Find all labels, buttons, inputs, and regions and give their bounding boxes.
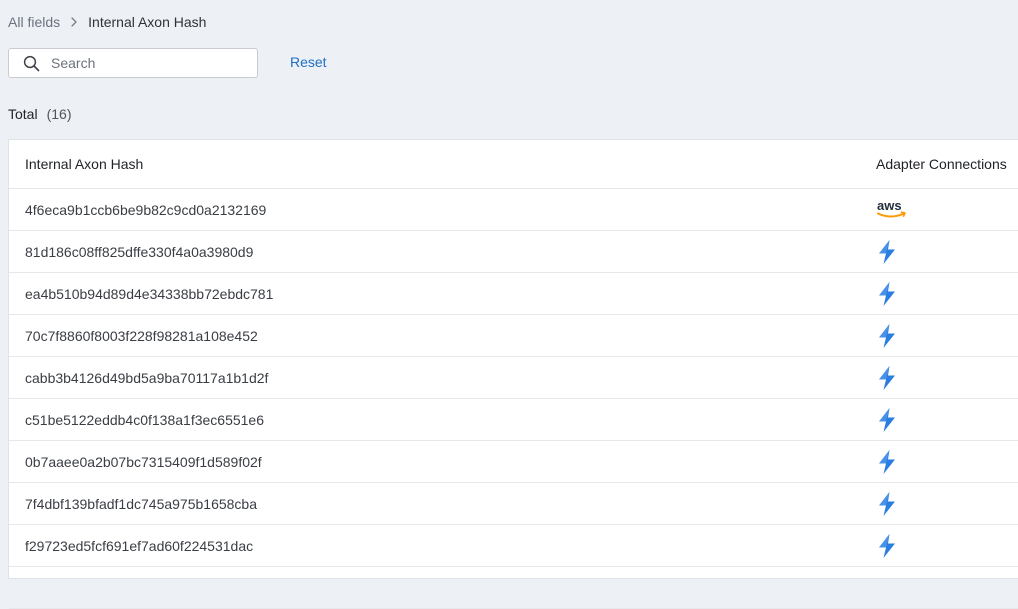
lightning-bolt-icon [876,533,910,559]
internal-axon-hash-cell: 81d186c08ff825dffe330f4a0a3980d9 [25,244,254,260]
column-header-internal-axon-hash[interactable]: Internal Axon Hash [25,156,143,172]
total-summary: Total (16) [8,106,71,122]
breadcrumb-current: Internal Axon Hash [88,14,207,30]
lightning-bolt-icon [876,281,910,307]
lightning-bolt-icon [876,239,910,265]
lightning-bolt-icon [876,323,910,349]
table-row[interactable]: f29723ed5fcf691ef7ad60f224531dac [9,525,1018,567]
table-body: 4f6eca9b1ccb6be9b82c9cd0a2132169 aws 81d18… [9,189,1018,609]
results-table: Internal Axon Hash Adapter Connections 4… [8,139,1018,609]
total-count: (16) [46,106,72,122]
table-row[interactable]: 70c7f8860f8003f228f98281a108e452 [9,315,1018,357]
table-row[interactable]: cabb3b4126d49bd5a9ba70117a1b1d2f [9,357,1018,399]
internal-axon-hash-cell: f29723ed5fcf691ef7ad60f224531dac [25,538,254,554]
search-input[interactable] [51,53,247,73]
lightning-bolt-icon [876,365,910,391]
table-row[interactable]: 81d186c08ff825dffe330f4a0a3980d9 [9,231,1018,273]
reset-button[interactable]: Reset [290,54,327,70]
lightning-bolt-icon [876,491,910,517]
adapter-cell [876,575,910,601]
lightning-bolt-icon [876,449,910,475]
table-row[interactable]: c51be5122eddb4c0f138a1f3ec6551e6 [9,399,1018,441]
lightning-bolt-icon [876,407,910,433]
table-header: Internal Axon Hash Adapter Connections [9,140,1018,189]
table-row[interactable]: ea4b510b94d89d4e34338bb72ebdc781 [9,273,1018,315]
internal-axon-hash-cell: 4f6eca9b1ccb6be9b82c9cd0a2132169 [25,202,267,218]
table-row[interactable]: 4f6eca9b1ccb6be9b82c9cd0a2132169 aws [9,189,1018,231]
internal-axon-hash-cell: 70c7f8860f8003f228f98281a108e452 [25,328,258,344]
column-header-adapter-connections[interactable]: Adapter Connections [876,156,1007,172]
table-row[interactable]: 7f4dbf139bfadf1dc745a975b1658cba [9,483,1018,525]
search-icon [23,55,40,72]
internal-axon-hash-cell: c51be5122eddb4c0f138a1f3ec6551e6 [25,412,265,428]
breadcrumb: All fields Internal Axon Hash [8,13,206,31]
chevron-right-icon [66,14,82,30]
table-row[interactable] [9,567,1018,609]
svg-text:aws: aws [877,198,902,213]
internal-axon-hash-cell: 7f4dbf139bfadf1dc745a975b1658cba [25,496,257,512]
aws-icon: aws [876,197,910,223]
breadcrumb-all-fields-link[interactable]: All fields [8,14,60,30]
internal-axon-hash-cell: ea4b510b94d89d4e34338bb72ebdc781 [25,286,274,302]
total-label: Total [8,106,38,122]
internal-axon-hash-cell: cabb3b4126d49bd5a9ba70117a1b1d2f [25,370,269,386]
table-row[interactable]: 0b7aaee0a2b07bc7315409f1d589f02f [9,441,1018,483]
search-box[interactable] [8,48,258,78]
internal-axon-hash-cell: 0b7aaee0a2b07bc7315409f1d589f02f [25,454,262,470]
